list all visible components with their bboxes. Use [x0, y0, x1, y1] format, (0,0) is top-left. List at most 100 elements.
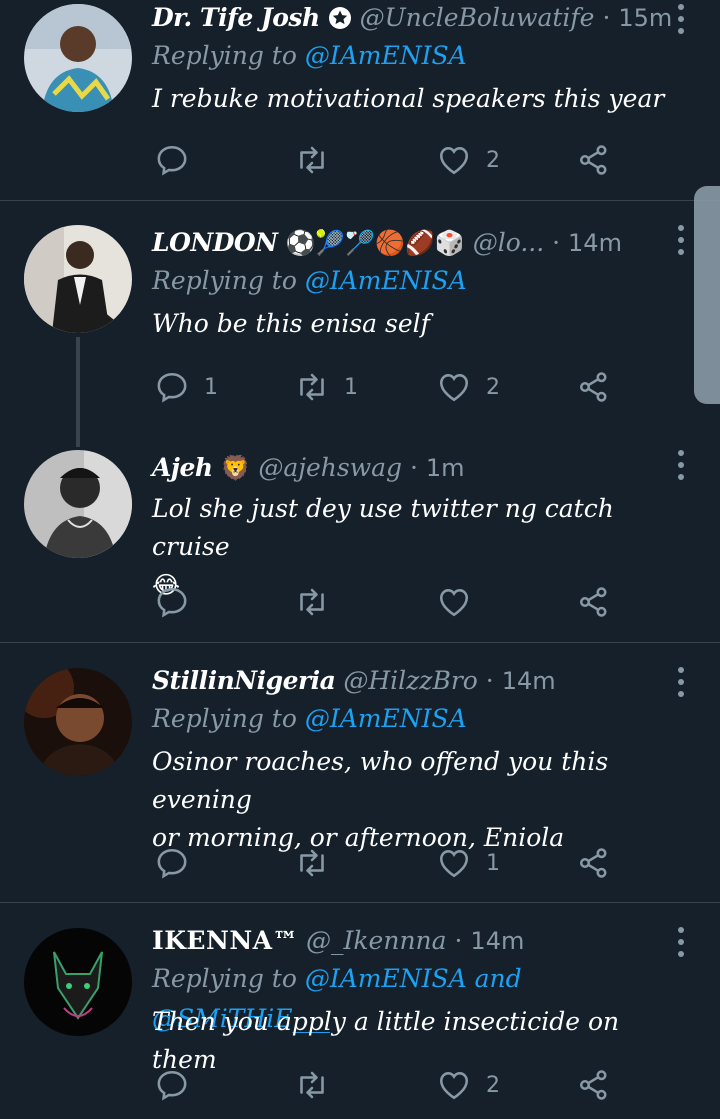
author-name[interactable]: LONDON — [152, 228, 278, 257]
retweet-icon — [300, 849, 324, 877]
more-options-icon[interactable] — [674, 450, 688, 480]
replying-prefix: Replying to — [152, 266, 297, 295]
author-name[interactable]: StillinNigeria — [152, 666, 336, 695]
share-icon — [579, 848, 607, 878]
reply-icon — [157, 1070, 187, 1101]
share-icon — [579, 1070, 607, 1100]
author-handle: @Hilzz­Bro — [343, 666, 478, 695]
avatar[interactable] — [24, 928, 132, 1036]
more-options-icon[interactable] — [674, 927, 688, 957]
mention-link[interactable]: @IAmENISA — [305, 266, 467, 295]
share-icon — [579, 145, 607, 175]
reply-button[interactable] — [154, 841, 204, 885]
like-button[interactable]: 1 — [436, 841, 500, 885]
mention-link[interactable]: @IAmENISA — [305, 704, 467, 733]
separator-dot: · — [454, 926, 463, 955]
replying-to: Replying to @IAmENISA and @SMiTHiE___ — [152, 959, 670, 1033]
retweet-icon — [300, 146, 324, 174]
heart-icon — [439, 850, 469, 878]
author-name[interactable]: Ajeh — [152, 453, 213, 482]
retweet-button[interactable] — [294, 138, 344, 182]
retweet-button[interactable] — [294, 841, 344, 885]
replying-prefix: Replying to — [152, 41, 297, 70]
author-handle: @ajehswag — [258, 453, 403, 482]
mention-link[interactable]: @IAmENISA — [305, 41, 467, 70]
author-handle: @UncleBoluwatife — [359, 3, 595, 32]
name-emojis: ⚽🎾🏸🏀🏈🎲 — [285, 229, 465, 257]
scrollbar-thumb[interactable] — [694, 186, 720, 404]
avatar[interactable] — [24, 450, 132, 558]
like-button[interactable]: 2 — [436, 365, 500, 409]
reply-button[interactable] — [154, 1063, 204, 1107]
separator-dot: · — [602, 3, 611, 32]
replying-to: Replying to @IAmENISA — [152, 699, 670, 739]
tweet-text: I rebuke motivational speakers this year — [152, 84, 665, 113]
separator-dot: · — [409, 453, 418, 482]
reply-icon — [157, 372, 187, 403]
retweet-button[interactable] — [294, 1063, 344, 1107]
retweet-button[interactable] — [294, 580, 344, 624]
heart-icon — [439, 374, 469, 402]
timestamp: 15m — [618, 4, 673, 32]
like-button[interactable] — [436, 580, 486, 624]
share-icon — [579, 372, 607, 402]
avatar[interactable] — [24, 668, 132, 776]
replying-prefix: Replying to — [152, 704, 297, 733]
retweet-button[interactable]: 1 — [294, 365, 358, 409]
timestamp: 14m — [470, 927, 525, 955]
share-button[interactable] — [576, 1063, 612, 1107]
tweet-text: Lol she just dey use twitter ng catch cr… — [152, 494, 614, 561]
retweet-count: 1 — [344, 374, 358, 400]
tweet[interactable]: LONDON ⚽🎾🏸🏀🏈🎲 @lo... · 14m Replying to @… — [0, 201, 720, 447]
author-handle: @lo... — [472, 228, 545, 257]
tweet[interactable]: Ajeh 🦁 @ajehswag · 1m Lol she just dey u… — [0, 428, 720, 642]
reply-button[interactable] — [154, 580, 204, 624]
replying-to: Replying to @IAmENISA — [152, 36, 670, 76]
heart-icon — [439, 147, 469, 175]
like-count: 2 — [486, 147, 500, 173]
like-button[interactable]: 2 — [436, 1063, 500, 1107]
separator-dot: · — [552, 228, 561, 257]
like-count: 2 — [486, 374, 500, 400]
tweet[interactable]: StillinNigeria @Hilzz­Bro · 14m Replying… — [0, 643, 720, 902]
like-count: 1 — [486, 850, 500, 876]
conjunction: and — [474, 964, 522, 993]
more-options-icon[interactable] — [674, 225, 688, 255]
mention-link[interactable]: @IAmENISA — [305, 964, 467, 993]
tweet-text: Who be this enisa self — [152, 309, 430, 338]
timestamp: 14m — [568, 229, 622, 257]
share-button[interactable] — [576, 841, 612, 885]
reply-button[interactable]: 1 — [154, 365, 218, 409]
share-button[interactable] — [576, 138, 612, 182]
tweet[interactable]: Dr. Tife Josh @UncleBoluwatife · 15m Rep… — [0, 0, 720, 200]
timestamp: 14m — [501, 667, 556, 695]
replying-prefix: Replying to — [152, 964, 297, 993]
heart-icon — [439, 1072, 469, 1100]
retweet-icon — [300, 588, 324, 616]
share-button[interactable] — [576, 365, 612, 409]
more-options-icon[interactable] — [674, 667, 688, 697]
share-button[interactable] — [576, 580, 612, 624]
tweet[interactable]: IKENNA™ @_Ikennna · 14m Replying to @IAm… — [0, 903, 720, 1119]
tweet-text-line: Osinor roaches, who offend you this even… — [152, 747, 609, 814]
name-emojis: 🦁 — [220, 454, 251, 482]
replying-to: Replying to @IAmENISA — [152, 261, 670, 301]
reply-icon — [157, 848, 187, 879]
heart-icon — [439, 589, 469, 617]
author-name[interactable]: IKENNA™ — [152, 926, 298, 955]
reply-button[interactable] — [154, 138, 204, 182]
avatar[interactable] — [24, 225, 132, 333]
author-name[interactable]: Dr. Tife Josh — [152, 3, 320, 32]
like-button[interactable]: 2 — [436, 138, 500, 182]
separator-dot: · — [485, 666, 494, 695]
like-count: 2 — [486, 1072, 500, 1098]
more-options-icon[interactable] — [674, 4, 688, 34]
reply-icon — [157, 145, 187, 176]
author-handle: @_Ikennna — [306, 926, 447, 955]
reply-count: 1 — [204, 374, 218, 400]
avatar[interactable] — [24, 4, 132, 112]
retweet-icon — [300, 373, 324, 401]
timestamp: 1m — [425, 454, 465, 482]
reply-icon — [157, 587, 187, 618]
retweet-icon — [300, 1071, 324, 1099]
